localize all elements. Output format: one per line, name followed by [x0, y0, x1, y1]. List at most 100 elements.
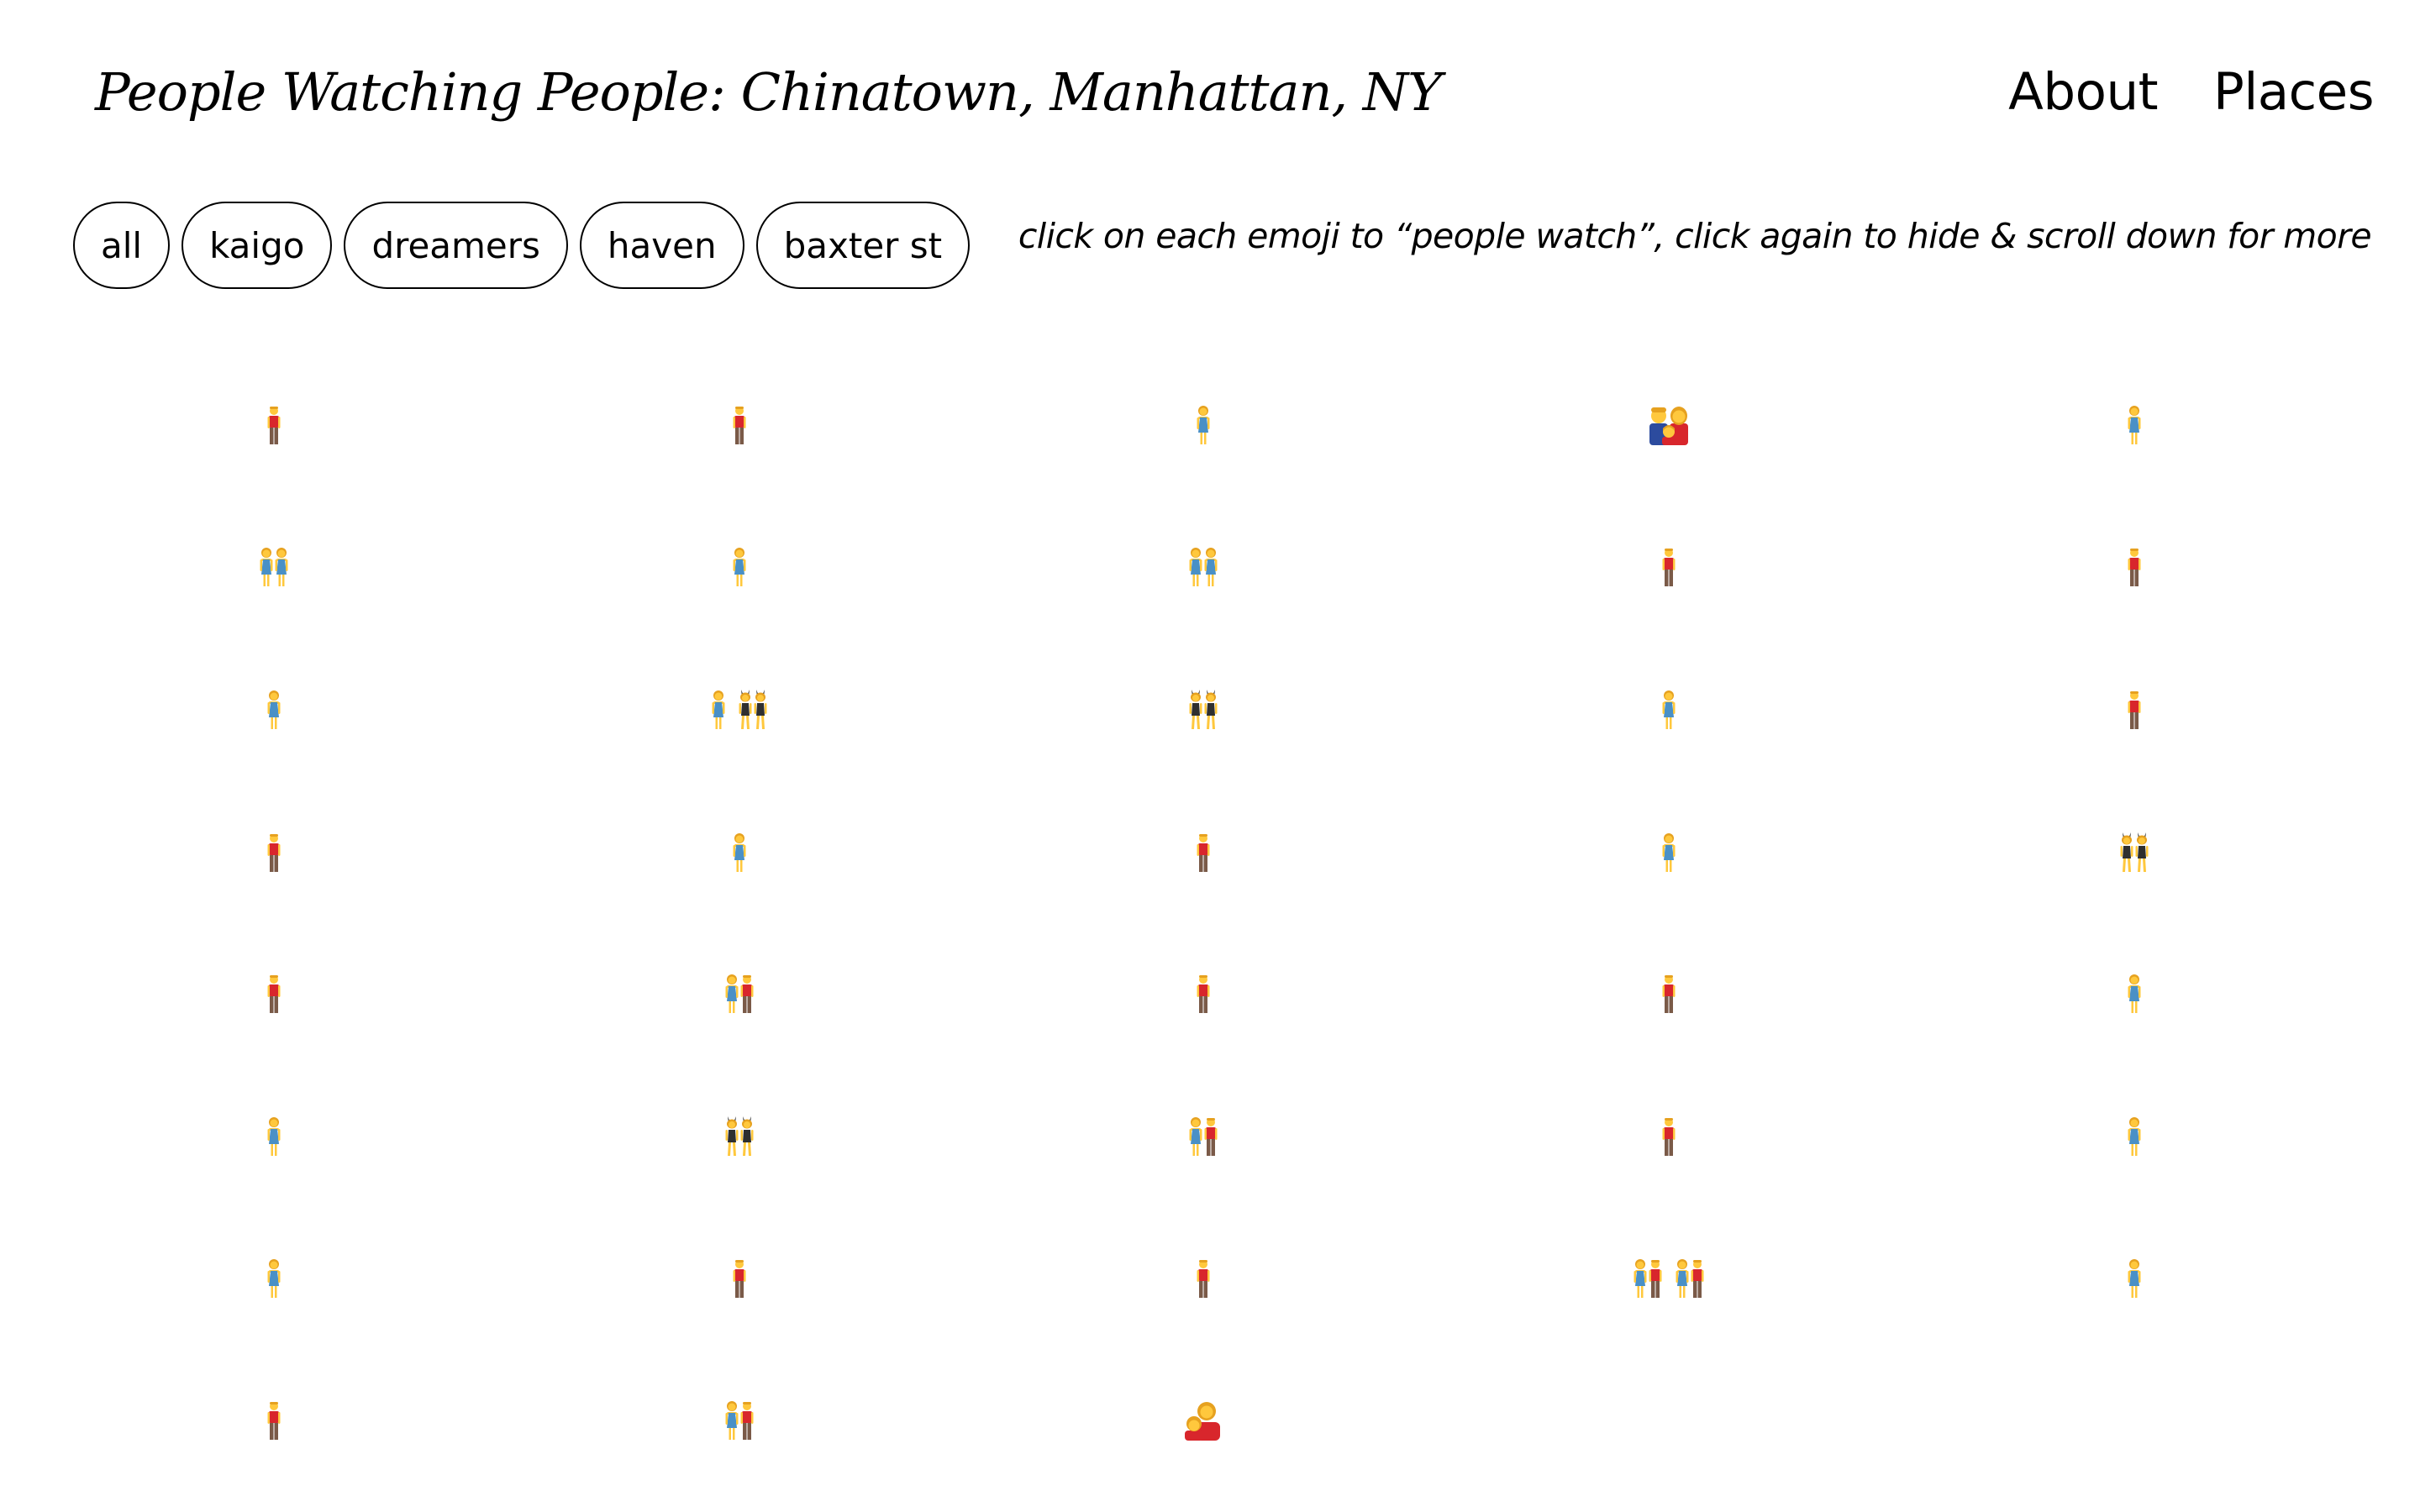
man-icon	[267, 834, 281, 872]
woman-icon	[1189, 548, 1202, 586]
man-emoji-button[interactable]	[1662, 974, 1676, 1014]
man-icon	[733, 407, 746, 444]
man-icon	[1197, 1260, 1210, 1298]
woman-with-child-icon	[1185, 1402, 1220, 1441]
woman-emoji-button[interactable]	[2128, 405, 2141, 445]
man-icon	[1197, 975, 1210, 1013]
man-emoji-button[interactable]	[2128, 690, 2141, 730]
woman-icon	[267, 690, 281, 729]
woman-and-bunny-pair-emoji-button[interactable]	[712, 690, 767, 730]
woman-icon	[733, 833, 746, 872]
woman-icon	[267, 1117, 281, 1156]
woman-icon	[275, 548, 288, 586]
woman-icon	[1676, 1259, 1689, 1298]
bunny-ears-person-icon	[725, 1116, 739, 1156]
woman-icon	[725, 974, 739, 1013]
man-emoji-button[interactable]	[733, 405, 746, 445]
man-icon	[733, 1260, 746, 1298]
man-icon	[1197, 834, 1210, 872]
woman-icon	[1662, 690, 1676, 729]
man-icon	[267, 975, 281, 1013]
woman-icon	[1204, 548, 1218, 586]
man-icon	[2128, 691, 2141, 729]
filter-all-button[interactable]: all	[73, 202, 171, 289]
bunny-ears-pair-emoji-button[interactable]	[1189, 690, 1218, 730]
man-icon	[740, 975, 754, 1013]
woman-and-man-emoji-button[interactable]	[725, 1400, 754, 1441]
man-icon	[1691, 1260, 1704, 1298]
man-emoji-button[interactable]	[267, 1400, 281, 1441]
man-emoji-button[interactable]	[1197, 1258, 1210, 1299]
woman-emoji-button[interactable]	[2128, 1258, 2141, 1299]
man-emoji-button[interactable]	[267, 832, 281, 873]
filter-dreamers-button[interactable]: dreamers	[344, 202, 568, 289]
woman-icon	[733, 548, 746, 586]
woman-emoji-button[interactable]	[2128, 974, 2141, 1014]
man-icon	[1649, 1260, 1662, 1298]
woman-icon	[2128, 1117, 2141, 1156]
woman-emoji-button[interactable]	[267, 690, 281, 730]
man-emoji-button[interactable]	[1197, 974, 1210, 1014]
man-emoji-button[interactable]	[733, 1258, 746, 1299]
nav-about-link[interactable]: About	[2008, 59, 2158, 126]
bunny-ears-person-icon	[2135, 832, 2149, 872]
woman-icon	[712, 690, 725, 729]
man-icon	[2128, 549, 2141, 586]
woman-icon	[2128, 406, 2141, 444]
filter-kaigo-button[interactable]: kaigo	[182, 202, 333, 289]
man-emoji-button[interactable]	[267, 405, 281, 445]
woman-icon	[1634, 1259, 1647, 1298]
nav-places-link[interactable]: Places	[2213, 59, 2374, 126]
bunny-ears-person-icon	[740, 1116, 754, 1156]
man-icon	[267, 1402, 281, 1440]
man-emoji-button[interactable]	[1662, 1116, 1676, 1157]
woman-icon	[2128, 974, 2141, 1013]
woman-emoji-button[interactable]	[2128, 1116, 2141, 1157]
woman-emoji-button[interactable]	[733, 832, 746, 873]
filter-haven-button[interactable]: haven	[579, 202, 744, 289]
bunny-ears-pair-emoji-button[interactable]	[2120, 832, 2149, 873]
man-emoji-button[interactable]	[2128, 547, 2141, 587]
woman-icon	[2128, 1259, 2141, 1298]
page-title: People Watching People: Chinatown, Manha…	[95, 61, 1442, 123]
woman-emoji-button[interactable]	[267, 1258, 281, 1299]
man-icon	[1204, 1118, 1218, 1156]
bunny-ears-person-icon	[1189, 690, 1202, 729]
man-emoji-button[interactable]	[1662, 547, 1676, 587]
man-emoji-button[interactable]	[267, 974, 281, 1014]
bunny-ears-person-icon	[754, 690, 767, 729]
place-filter-group: all kaigo dreamers haven baxter st	[73, 202, 971, 289]
woman-icon	[725, 1401, 739, 1440]
woman-icon	[1662, 833, 1676, 872]
woman-emoji-button[interactable]	[733, 547, 746, 587]
man-icon	[1662, 975, 1676, 1013]
woman-emoji-button[interactable]	[1662, 832, 1676, 873]
bunny-ears-pair-emoji-button[interactable]	[725, 1116, 754, 1157]
two-couples-emoji-button[interactable]	[1634, 1258, 1704, 1299]
woman-icon	[1189, 1117, 1202, 1156]
woman-and-man-emoji-button[interactable]	[1189, 1116, 1218, 1157]
woman-emoji-button[interactable]	[267, 1116, 281, 1157]
man-icon	[1662, 1118, 1676, 1156]
woman-icon	[267, 1259, 281, 1298]
woman-emoji-button[interactable]	[1197, 405, 1210, 445]
bunny-ears-person-icon	[739, 690, 752, 729]
woman-icon	[260, 548, 273, 586]
woman-and-man-emoji-button[interactable]	[725, 974, 754, 1014]
family-icon	[1649, 407, 1688, 445]
instruction-text: click on each emoji to “people watch”, c…	[1018, 216, 2372, 256]
man-emoji-button[interactable]	[1197, 832, 1210, 873]
bunny-ears-person-icon	[1204, 690, 1218, 729]
man-icon	[740, 1402, 754, 1440]
two-women-emoji-button[interactable]	[1189, 547, 1218, 587]
filter-baxter-st-button[interactable]: baxter st	[755, 202, 971, 289]
top-nav: About Places	[2008, 59, 2374, 126]
bunny-ears-person-icon	[2120, 832, 2133, 872]
man-icon	[267, 407, 281, 444]
family-emoji-button[interactable]	[1647, 405, 1691, 445]
woman-emoji-button[interactable]	[1662, 690, 1676, 730]
woman-icon	[1197, 406, 1210, 444]
woman-with-child-emoji-button[interactable]	[1183, 1400, 1223, 1441]
man-icon	[1662, 549, 1676, 586]
two-women-emoji-button[interactable]	[260, 547, 288, 587]
